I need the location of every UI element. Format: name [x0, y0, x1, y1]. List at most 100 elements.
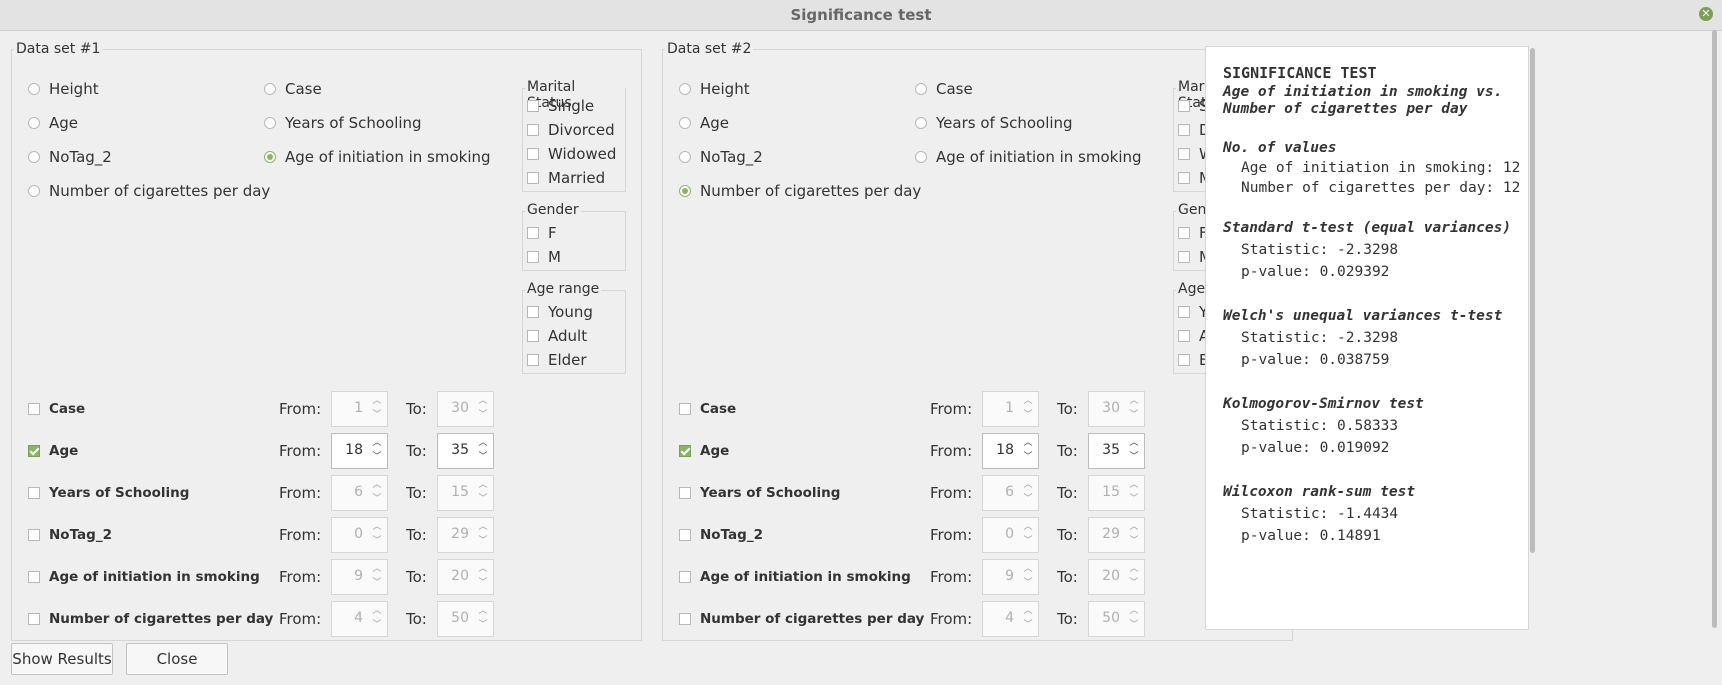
filter-checkbox[interactable]: Number of cigarettes per day [28, 609, 273, 629]
age-range-checkbox[interactable]: Young [527, 302, 593, 322]
spin-arrows-icon[interactable]: ︿ ﹀ [1021, 604, 1035, 634]
variable-radio[interactable]: Years of Schooling [915, 113, 1073, 133]
checkbox[interactable] [679, 403, 691, 415]
spin-arrows-icon[interactable]: ︿ ﹀ [370, 604, 384, 634]
radio-button[interactable] [679, 185, 691, 197]
to-spinbox[interactable]: 30 ︿ ﹀ [1088, 391, 1145, 427]
variable-radio[interactable]: Height [679, 79, 750, 99]
variable-radio[interactable]: Age of initiation in smoking [264, 147, 491, 167]
checkbox[interactable] [1178, 100, 1190, 112]
radio-button[interactable] [28, 151, 40, 163]
radio-button[interactable] [264, 151, 276, 163]
to-spinbox[interactable]: 20 ︿ ﹀ [1088, 559, 1145, 595]
from-spinbox[interactable]: 9 ︿ ﹀ [331, 559, 388, 595]
marital-checkbox[interactable]: Married [527, 168, 605, 188]
variable-radio[interactable]: Number of cigarettes per day [679, 181, 921, 201]
checkbox[interactable] [527, 172, 539, 184]
radio-button[interactable] [679, 117, 691, 129]
spin-arrows-icon[interactable]: ︿ ﹀ [1127, 436, 1141, 466]
filter-checkbox[interactable]: NoTag_2 [679, 525, 763, 545]
variable-radio[interactable]: Age of initiation in smoking [915, 147, 1142, 167]
from-spinbox[interactable]: 6 ︿ ﹀ [331, 475, 388, 511]
checkbox[interactable] [679, 487, 691, 499]
spin-arrows-icon[interactable]: ︿ ﹀ [1021, 436, 1035, 466]
variable-radio[interactable]: NoTag_2 [28, 147, 112, 167]
from-spinbox[interactable]: 18 ︿ ﹀ [331, 433, 388, 469]
checkbox[interactable] [527, 227, 539, 239]
checkbox[interactable] [28, 445, 40, 457]
spin-arrows-icon[interactable]: ︿ ﹀ [370, 436, 384, 466]
checkbox[interactable] [527, 354, 539, 366]
variable-radio[interactable]: Height [28, 79, 99, 99]
checkbox[interactable] [527, 100, 539, 112]
checkbox[interactable] [679, 613, 691, 625]
checkbox[interactable] [1178, 251, 1190, 263]
checkbox[interactable] [28, 613, 40, 625]
from-spinbox[interactable]: 0 ︿ ﹀ [982, 517, 1039, 553]
to-spinbox[interactable]: 15 ︿ ﹀ [1088, 475, 1145, 511]
radio-button[interactable] [679, 83, 691, 95]
checkbox[interactable] [28, 403, 40, 415]
checkbox[interactable] [527, 306, 539, 318]
window-scrollbar[interactable] [1711, 30, 1719, 630]
checkbox[interactable] [679, 571, 691, 583]
radio-button[interactable] [28, 185, 40, 197]
checkbox[interactable] [679, 445, 691, 457]
to-spinbox[interactable]: 29 ︿ ﹀ [437, 517, 494, 553]
variable-radio[interactable]: Age [28, 113, 78, 133]
spin-arrows-icon[interactable]: ︿ ﹀ [476, 394, 490, 424]
spin-arrows-icon[interactable]: ︿ ﹀ [476, 478, 490, 508]
variable-radio[interactable]: Number of cigarettes per day [28, 181, 270, 201]
spin-arrows-icon[interactable]: ︿ ﹀ [476, 604, 490, 634]
from-spinbox[interactable]: 4 ︿ ﹀ [331, 601, 388, 637]
filter-checkbox[interactable]: Case [28, 399, 85, 419]
spin-arrows-icon[interactable]: ︿ ﹀ [1127, 562, 1141, 592]
to-spinbox[interactable]: 29 ︿ ﹀ [1088, 517, 1145, 553]
spin-arrows-icon[interactable]: ︿ ﹀ [370, 562, 384, 592]
spin-arrows-icon[interactable]: ︿ ﹀ [370, 394, 384, 424]
radio-button[interactable] [28, 117, 40, 129]
checkbox[interactable] [679, 529, 691, 541]
spin-arrows-icon[interactable]: ︿ ﹀ [1021, 562, 1035, 592]
radio-button[interactable] [264, 83, 276, 95]
to-spinbox[interactable]: 50 ︿ ﹀ [437, 601, 494, 637]
filter-checkbox[interactable]: Age of initiation in smoking [679, 567, 911, 587]
radio-button[interactable] [915, 83, 927, 95]
checkbox[interactable] [1178, 227, 1190, 239]
to-spinbox[interactable]: 20 ︿ ﹀ [437, 559, 494, 595]
checkbox[interactable] [527, 124, 539, 136]
checkbox[interactable] [1178, 172, 1190, 184]
checkbox[interactable] [527, 148, 539, 160]
from-spinbox[interactable]: 18 ︿ ﹀ [982, 433, 1039, 469]
variable-radio[interactable]: Age [679, 113, 729, 133]
filter-checkbox[interactable]: Years of Schooling [28, 483, 189, 503]
to-spinbox[interactable]: 50 ︿ ﹀ [1088, 601, 1145, 637]
radio-button[interactable] [264, 117, 276, 129]
radio-button[interactable] [28, 83, 40, 95]
marital-checkbox[interactable]: Divorced [527, 120, 615, 140]
spin-arrows-icon[interactable]: ︿ ﹀ [1127, 604, 1141, 634]
filter-checkbox[interactable]: Years of Schooling [679, 483, 840, 503]
spin-arrows-icon[interactable]: ︿ ﹀ [476, 520, 490, 550]
variable-radio[interactable]: Case [264, 79, 322, 99]
checkbox[interactable] [527, 330, 539, 342]
spin-arrows-icon[interactable]: ︿ ﹀ [476, 436, 490, 466]
to-spinbox[interactable]: 30 ︿ ﹀ [437, 391, 494, 427]
spin-arrows-icon[interactable]: ︿ ﹀ [1021, 520, 1035, 550]
checkbox[interactable] [28, 571, 40, 583]
filter-checkbox[interactable]: Number of cigarettes per day [679, 609, 924, 629]
spin-arrows-icon[interactable]: ︿ ﹀ [1127, 520, 1141, 550]
filter-checkbox[interactable]: Age [679, 441, 729, 461]
show-results-button[interactable]: Show Results [11, 643, 113, 675]
checkbox[interactable] [527, 251, 539, 263]
spin-arrows-icon[interactable]: ︿ ﹀ [1021, 478, 1035, 508]
variable-radio[interactable]: Years of Schooling [264, 113, 422, 133]
from-spinbox[interactable]: 1 ︿ ﹀ [331, 391, 388, 427]
checkbox[interactable] [28, 529, 40, 541]
results-panel[interactable]: SIGNIFICANCE TEST Age of initiation in s… [1205, 46, 1529, 630]
radio-button[interactable] [915, 151, 927, 163]
age-range-checkbox[interactable]: Adult [527, 326, 587, 346]
checkbox[interactable] [1178, 148, 1190, 160]
spin-arrows-icon[interactable]: ︿ ﹀ [370, 520, 384, 550]
from-spinbox[interactable]: 4 ︿ ﹀ [982, 601, 1039, 637]
